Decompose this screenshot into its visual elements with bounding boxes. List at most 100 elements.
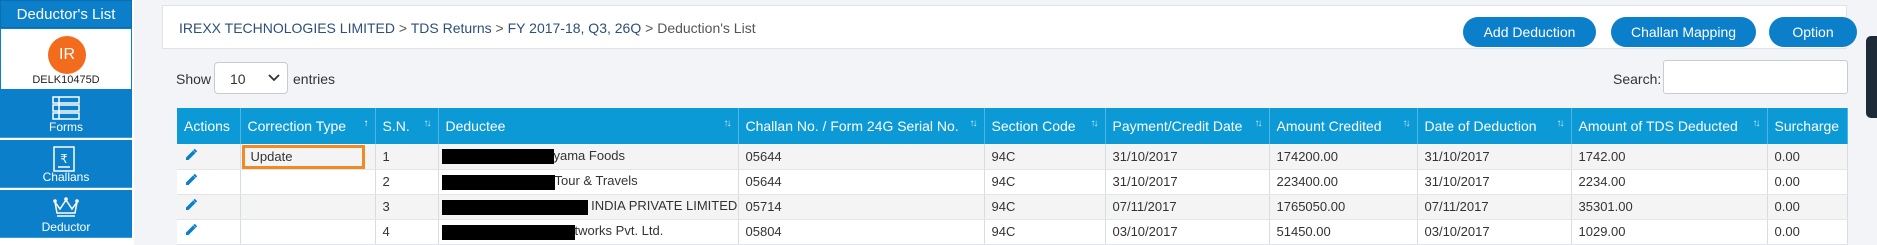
- sort-icon: ↑↓: [1402, 118, 1411, 129]
- breadcrumb-current: Deduction's List: [657, 20, 756, 36]
- breadcrumb-separator: >: [645, 20, 654, 36]
- entries-label: entries: [293, 71, 336, 87]
- col-section-code[interactable]: Section Code ↑↓: [984, 108, 1106, 144]
- sidebar: Deductor's List IR DELK10475D Forms ₹ Ch…: [0, 0, 134, 245]
- payment-date-cell: 03/10/2017: [1105, 219, 1270, 245]
- edit-icon[interactable]: [184, 173, 198, 187]
- surcharge-cell: 0.00: [1767, 219, 1848, 245]
- svg-text:₹: ₹: [60, 152, 68, 166]
- deductor-profile[interactable]: IR DELK10475D: [0, 28, 132, 90]
- table-row: 4 tworks Pvt. Ltd. 05804 94C 03/10/2017 …: [177, 219, 1848, 245]
- deduction-date-cell: 03/10/2017: [1417, 219, 1572, 245]
- sidebar-item-label: Challans: [42, 170, 90, 184]
- breadcrumb-period[interactable]: FY 2017-18, Q3, 26Q: [508, 20, 642, 36]
- tds-cell: 35301.00: [1571, 194, 1768, 220]
- correction-type-cell[interactable]: [240, 194, 376, 220]
- edit-icon[interactable]: [184, 148, 198, 162]
- challan-icon: ₹: [53, 146, 75, 172]
- col-label: Correction Type: [247, 118, 347, 134]
- search-input[interactable]: [1663, 60, 1848, 94]
- col-payment-date[interactable]: Payment/Credit Date ↑↓: [1105, 108, 1270, 144]
- challan-cell: 05644: [738, 169, 985, 195]
- actions-cell: [177, 194, 241, 220]
- forms-icon: [52, 96, 80, 120]
- table-row: 3 INDIA PRIVATE LIMITED 05714 94C 07/11/…: [177, 194, 1848, 220]
- col-surcharge[interactable]: Surcharge: [1767, 108, 1848, 144]
- deduction-date-cell: 31/10/2017: [1417, 169, 1572, 195]
- sort-icon: ↑↓: [423, 118, 432, 129]
- amount-credited-cell: 174200.00: [1269, 144, 1418, 170]
- side-panel-tab[interactable]: [1866, 36, 1877, 118]
- entries-select-value: 10: [230, 71, 246, 87]
- crown-icon: [53, 197, 79, 217]
- correction-type-cell[interactable]: Update: [240, 144, 376, 170]
- correction-type-cell[interactable]: [240, 219, 376, 245]
- sort-icon: ↑↓: [969, 118, 978, 129]
- col-actions: Actions: [177, 108, 241, 144]
- breadcrumb-separator: >: [495, 20, 504, 36]
- section-cell: 94C: [984, 219, 1106, 245]
- sn-cell: 2: [375, 169, 439, 195]
- entries-select[interactable]: 10: [214, 62, 288, 94]
- col-deductee[interactable]: Deductee ↑↓: [438, 108, 739, 144]
- table-row: Update 1 yama Foods 05644 94C 31/10/2017…: [177, 144, 1848, 170]
- header-panel: IREXX TECHNOLOGIES LIMITED > TDS Returns…: [162, 5, 1857, 49]
- col-label: Section Code: [991, 118, 1076, 134]
- col-label: Deductee: [445, 118, 506, 134]
- amount-credited-cell: 223400.00: [1269, 169, 1418, 195]
- sidebar-item-label: Forms: [49, 120, 83, 134]
- challan-cell: 05644: [738, 144, 985, 170]
- deductee-name: yama Foods: [553, 148, 626, 164]
- challan-mapping-button[interactable]: Challan Mapping: [1611, 17, 1756, 47]
- payment-date-cell: 31/10/2017: [1105, 144, 1270, 170]
- tds-cell: 1742.00: [1571, 144, 1768, 170]
- sort-icon: ↑↓: [1090, 118, 1099, 129]
- col-tds-deducted[interactable]: Amount of TDS Deducted ↑↓: [1571, 108, 1768, 144]
- deductee-cell: INDIA PRIVATE LIMITED: [438, 194, 739, 220]
- payment-date-cell: 07/11/2017: [1105, 194, 1270, 220]
- add-deduction-button[interactable]: Add Deduction: [1463, 17, 1596, 47]
- tds-cell: 2234.00: [1571, 169, 1768, 195]
- col-correction-type[interactable]: Correction Type ↑: [240, 108, 376, 144]
- table-header-row: Actions Correction Type ↑ S.N. ↑↓ Deductee…: [177, 108, 1848, 144]
- breadcrumb-section[interactable]: TDS Returns: [411, 20, 492, 36]
- col-amount-credited[interactable]: Amount Credited ↑↓: [1269, 108, 1418, 144]
- deductee-name: tworks Pvt. Ltd.: [574, 223, 664, 239]
- challan-cell: 05714: [738, 194, 985, 220]
- redaction-bar: [441, 199, 588, 215]
- col-sn[interactable]: S.N. ↑↓: [375, 108, 439, 144]
- sort-icon: ↑↓: [1556, 118, 1565, 129]
- tds-cell: 1029.00: [1571, 219, 1768, 245]
- sidebar-item-challans[interactable]: ₹ Challans: [0, 140, 132, 188]
- surcharge-cell: 0.00: [1767, 144, 1848, 170]
- sidebar-item-deductor[interactable]: Deductor: [0, 190, 132, 238]
- sidebar-item-label: Deductor: [41, 220, 91, 234]
- col-challan[interactable]: Challan No. / Form 24G Serial No. ↑↓: [738, 108, 985, 144]
- sn-cell: 4: [375, 219, 439, 245]
- option-button[interactable]: Option: [1769, 17, 1857, 47]
- edit-icon[interactable]: [184, 223, 198, 237]
- actions-cell: [177, 169, 241, 195]
- deductee-cell: yama Foods: [438, 144, 739, 170]
- sidebar-item-forms[interactable]: Forms: [0, 90, 132, 138]
- redaction-bar: [441, 174, 555, 190]
- sort-asc-icon: ↑: [363, 118, 369, 129]
- deductee-name: INDIA PRIVATE LIMITED: [591, 198, 738, 214]
- chevron-down-icon: [268, 74, 280, 82]
- deduction-date-cell: 07/11/2017: [1417, 194, 1572, 220]
- amount-credited-cell: 1765050.00: [1269, 194, 1418, 220]
- amount-credited-cell: 51450.00: [1269, 219, 1418, 245]
- col-label: Challan No. / Form 24G Serial No.: [745, 118, 959, 134]
- payment-date-cell: 31/10/2017: [1105, 169, 1270, 195]
- correction-type-cell[interactable]: [240, 169, 376, 195]
- section-cell: 94C: [984, 194, 1106, 220]
- table-row: 2 Tour & Travels 05644 94C 31/10/2017 22…: [177, 169, 1848, 195]
- col-deduction-date[interactable]: Date of Deduction ↑↓: [1417, 108, 1572, 144]
- col-label: Amount of TDS Deducted: [1578, 118, 1738, 134]
- deductor-code: DELK10475D: [32, 74, 100, 86]
- sidebar-title: Deductor's List: [0, 0, 132, 28]
- deductions-table: Actions Correction Type ↑ S.N. ↑↓ Deductee…: [177, 108, 1848, 245]
- deduction-date-cell: 31/10/2017: [1417, 144, 1572, 170]
- edit-icon[interactable]: [184, 198, 198, 212]
- breadcrumb-company[interactable]: IREXX TECHNOLOGIES LIMITED: [179, 20, 395, 36]
